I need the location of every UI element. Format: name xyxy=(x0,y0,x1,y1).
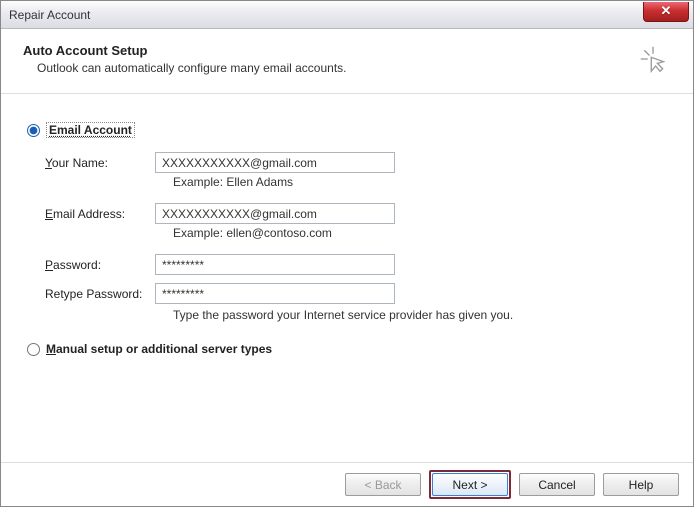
label-retype-password: Retype Password: xyxy=(45,287,155,301)
input-email[interactable] xyxy=(155,203,395,224)
close-button[interactable]: ✕ xyxy=(643,2,689,22)
input-your-name[interactable] xyxy=(155,152,395,173)
next-button[interactable]: Next > xyxy=(432,473,508,496)
row-password: Password: xyxy=(45,254,667,275)
header-title: Auto Account Setup xyxy=(23,43,347,58)
next-button-highlight: Next > xyxy=(429,470,511,499)
radio-email-account[interactable]: Email Account xyxy=(27,122,667,138)
help-button[interactable]: Help xyxy=(603,473,679,496)
label-password: Password: xyxy=(45,258,155,272)
password-hint: Type the password your Internet service … xyxy=(173,308,667,322)
row-retype-password: Retype Password: xyxy=(45,283,667,304)
radio-manual-setup[interactable]: Manual setup or additional server types xyxy=(27,342,667,356)
wizard-footer: < Back Next > Cancel Help xyxy=(1,462,693,506)
back-button[interactable]: < Back xyxy=(345,473,421,496)
title-bar: Repair Account ✕ xyxy=(1,1,693,29)
label-email: Email Address: xyxy=(45,207,155,221)
close-icon: ✕ xyxy=(661,3,672,19)
radio-email-account-input[interactable] xyxy=(27,124,40,137)
header-text: Auto Account Setup Outlook can automatic… xyxy=(23,43,347,75)
example-your-name: Example: Ellen Adams xyxy=(173,175,667,189)
row-your-name: Your Name: xyxy=(45,152,667,173)
row-email: Email Address: xyxy=(45,203,667,224)
form-grid: Your Name: Example: Ellen Adams Email Ad… xyxy=(45,152,667,322)
input-retype-password[interactable] xyxy=(155,283,395,304)
input-password[interactable] xyxy=(155,254,395,275)
header-subtitle: Outlook can automatically configure many… xyxy=(23,61,347,75)
cursor-icon xyxy=(639,45,667,73)
window-title: Repair Account xyxy=(9,8,90,22)
radio-email-account-label: Email Account xyxy=(46,122,135,138)
radio-manual-setup-label: Manual setup or additional server types xyxy=(46,342,272,356)
label-your-name: Your Name: xyxy=(45,156,155,170)
example-email: Example: ellen@contoso.com xyxy=(173,226,667,240)
wizard-content: Email Account Your Name: Example: Ellen … xyxy=(1,94,693,366)
cancel-button[interactable]: Cancel xyxy=(519,473,595,496)
radio-manual-setup-input[interactable] xyxy=(27,343,40,356)
wizard-header: Auto Account Setup Outlook can automatic… xyxy=(1,29,693,94)
